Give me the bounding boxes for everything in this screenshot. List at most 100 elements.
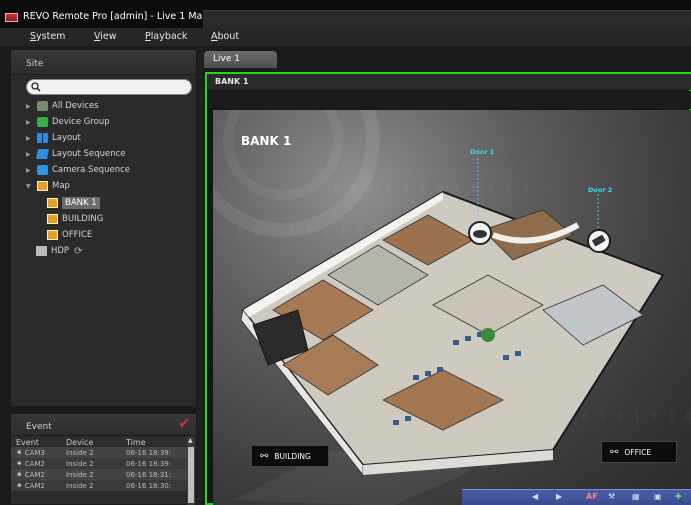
motion-icon: ✴ [16, 459, 23, 468]
site-panel: Site ▶ All Devices ▶ Device Group ▶ Layo… [10, 49, 197, 407]
table-row[interactable]: ✴ CAM2 Inside 2 06-16 18:39: [11, 458, 191, 469]
arrow-right-icon[interactable]: ▶ [556, 492, 562, 501]
tree-item-camera-sequence[interactable]: ▶ Camera Sequence [26, 162, 130, 178]
layout-split-icon[interactable]: ▦ [632, 492, 640, 501]
tree-item-office[interactable]: OFFICE [47, 227, 92, 243]
layout-sequence-icon [36, 149, 49, 159]
camera-sequence-icon [37, 165, 48, 175]
device-cell: Inside 2 [61, 458, 121, 469]
column-header-time[interactable]: Time [121, 437, 191, 447]
arrow-left-icon[interactable]: ◀ [532, 492, 538, 501]
tree-item-bank-1[interactable]: BANK 1 [47, 195, 100, 211]
tree-item-all-devices[interactable]: ▶ All Devices [26, 98, 99, 114]
scroll-up-icon[interactable]: ▲ [188, 437, 193, 444]
link-icon: ⚯ [260, 450, 269, 462]
control-bar: ◀ ▶ AF ⚒ ▦ ▣ ✚ [462, 489, 691, 505]
menu-bar: System View Playback About [0, 28, 691, 46]
tree-item-layout-sequence[interactable]: ▶ Layout Sequence [26, 146, 126, 162]
search-box[interactable] [26, 79, 192, 95]
tree-item-hdp[interactable]: HDP ⟳ [36, 243, 82, 259]
layout-icon [37, 133, 48, 143]
time-cell: 06-16 18:31: [121, 469, 191, 480]
tree-item-label: Camera Sequence [52, 165, 130, 175]
expand-arrow-icon[interactable]: ▶ [26, 119, 34, 126]
tree-item-layout[interactable]: ▶ Layout [26, 130, 81, 146]
table-row[interactable]: ✴ CAM3 Inside 2 06-16 18:39: [11, 447, 191, 458]
map-icon [47, 214, 58, 224]
tree-item-label: All Devices [52, 101, 99, 111]
search-icon [31, 82, 41, 92]
tree-item-map[interactable]: ▼ Map [26, 178, 70, 194]
refresh-icon[interactable]: ⟳ [74, 246, 82, 257]
event-cell: CAM2 [24, 460, 45, 468]
event-cell: CAM2 [24, 482, 45, 490]
map-link-label: BUILDING [274, 451, 311, 461]
bullet-camera-icon[interactable] [586, 228, 612, 254]
hdp-icon [36, 246, 47, 256]
expand-arrow-icon[interactable]: ▶ [26, 135, 34, 142]
tree-item-label: Map [52, 181, 70, 191]
app-icon [5, 13, 18, 22]
event-table: Event Device Time ✴ CAM3 Inside 2 06-16 1… [11, 437, 191, 491]
device-cell: Inside 2 [61, 469, 121, 480]
expand-arrow-icon[interactable]: ▶ [26, 151, 34, 158]
link-icon: ⚯ [610, 446, 619, 458]
menu-view[interactable]: View [94, 31, 117, 42]
time-cell: 06-16 18:39: [121, 458, 191, 469]
expand-arrow-icon[interactable]: ▶ [26, 167, 34, 174]
event-panel: Event ✔ Event Device Time ✴ CAM3 Inside 2… [10, 413, 197, 505]
device-cell: Inside 2 [61, 480, 121, 491]
tree-item-building[interactable]: BUILDING [47, 211, 103, 227]
title-strip [203, 10, 691, 28]
device-cell: Inside 2 [61, 447, 121, 458]
motion-icon: ✴ [16, 448, 23, 457]
column-header-device[interactable]: Device [61, 437, 121, 447]
door-2-label: Door 2 [588, 186, 613, 194]
time-cell: 06-16 18:30: [121, 480, 191, 491]
map-icon [47, 230, 58, 240]
map-link-office[interactable]: ⚯ OFFICE [601, 441, 677, 463]
window-title: REVO Remote Pro [admin] - Live 1 Map1 [23, 11, 215, 22]
table-row[interactable]: ✴ CAM2 Inside 2 06-16 18:31: [11, 469, 191, 480]
viewer-toolbar [207, 91, 691, 109]
map-viewer: BANK 1 0 1 0 1 0 1 0 1 0 1 0 1 0 1 0 1 0… [205, 72, 691, 505]
search-input[interactable] [45, 81, 187, 93]
event-cell: CAM2 [24, 471, 45, 479]
tree-item-label: OFFICE [62, 230, 93, 240]
menu-playback[interactable]: Playback [145, 31, 187, 42]
menu-system[interactable]: System [30, 31, 65, 42]
event-cell: CAM3 [24, 449, 45, 457]
scrollbar-thumb[interactable] [188, 447, 194, 503]
add-icon[interactable]: ✚ [675, 492, 682, 501]
column-header-event[interactable]: Event [11, 437, 61, 447]
map-icon [47, 198, 58, 208]
device-group-icon [37, 117, 48, 127]
tree-item-label: Layout Sequence [52, 149, 126, 159]
fullscreen-icon[interactable]: ▣ [654, 492, 662, 501]
viewer-title: BANK 1 [207, 74, 691, 90]
expand-arrow-icon[interactable]: ▶ [26, 103, 34, 110]
tools-icon[interactable]: ⚒ [608, 492, 615, 501]
map-icon [37, 181, 48, 191]
af-button[interactable]: AF [586, 492, 598, 501]
table-row[interactable]: ✴ CAM2 Inside 2 06-16 18:30: [11, 480, 191, 491]
panel-splitter[interactable] [197, 46, 203, 505]
check-icon[interactable]: ✔ [178, 416, 190, 432]
tree-item-label: BUILDING [62, 214, 104, 224]
event-panel-header: Event [11, 414, 196, 436]
event-scrollbar[interactable]: ▲ [187, 437, 195, 505]
site-panel-header: Site [11, 50, 196, 75]
tree-item-label: Device Group [52, 117, 110, 127]
map-link-label: OFFICE [624, 447, 652, 457]
menu-about[interactable]: About [211, 31, 239, 42]
dome-camera-icon[interactable] [467, 220, 493, 246]
time-cell: 06-16 18:39: [121, 447, 191, 458]
tree-item-label: HDP [51, 246, 70, 256]
tree-item-device-group[interactable]: ▶ Device Group [26, 114, 110, 130]
tab-live-1[interactable]: Live 1 [204, 51, 277, 68]
map-canvas[interactable]: 0 1 0 1 0 1 0 1 0 1 0 1 0 1 0 1 0 1 0 1 … [213, 110, 691, 505]
door-1-label: Door 1 [470, 148, 495, 156]
devices-icon [37, 101, 48, 111]
map-link-building[interactable]: ⚯ BUILDING [251, 445, 329, 467]
collapse-arrow-icon[interactable]: ▼ [26, 183, 34, 190]
